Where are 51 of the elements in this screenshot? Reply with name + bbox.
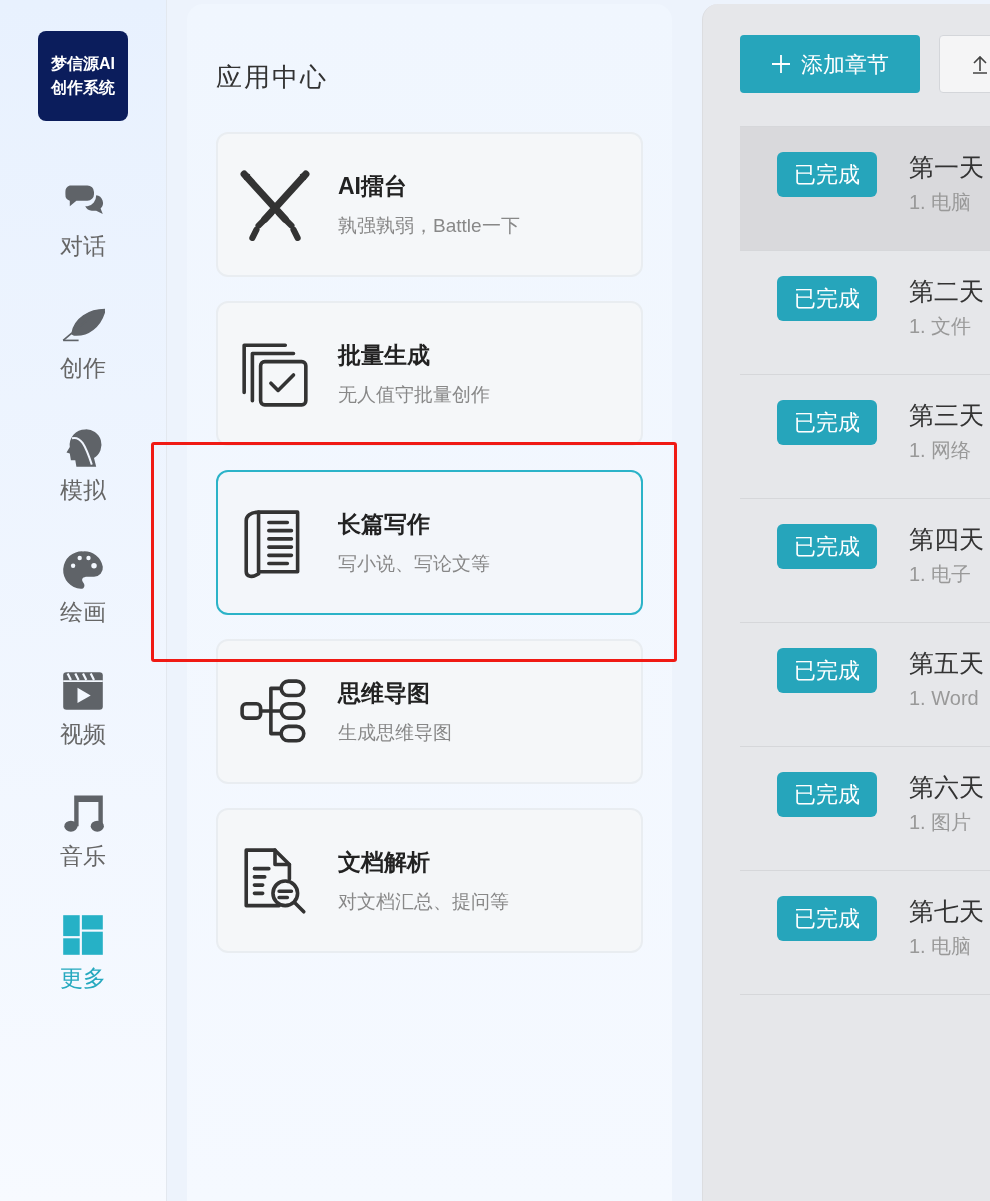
app-subtitle: 无人值守批量创作 [338, 382, 490, 407]
app-title: 长篇写作 [338, 509, 431, 539]
logo: 梦信源AI 创作系统 [38, 31, 128, 121]
app-card[interactable]: 长篇写作 写小说、写论文等 [216, 470, 643, 615]
status-badge: 已完成 [777, 524, 877, 569]
app-title: 文档解析 [338, 847, 431, 877]
app-card[interactable]: 批量生成 无人值守批量创作 [216, 301, 643, 446]
status-badge: 已完成 [777, 152, 877, 197]
chapter-summary: 1. 文件 [909, 314, 973, 339]
chapter-title: 第一天 [909, 152, 984, 183]
chapter-summary: 1. 图片 [909, 810, 973, 835]
chapter-summary: 1. 网络 [909, 438, 973, 463]
app-card[interactable]: AI擂台 孰强孰弱，Battle一下 [216, 132, 643, 277]
app-card[interactable]: 文档解析 对文档汇总、提问等 [216, 808, 643, 953]
chapter-title: 第五天 [909, 648, 984, 679]
nav-item[interactable]: 对话 [60, 181, 106, 261]
nav-item[interactable]: 创作 [60, 303, 106, 383]
upload-button[interactable] [939, 35, 990, 93]
chapter-title: 第六天 [909, 772, 984, 803]
chapter-title: 第三天 [909, 400, 984, 431]
chapter-summary: 1. Word [909, 686, 980, 711]
crossed-swords-icon [238, 167, 312, 242]
app-subtitle: 对文档汇总、提问等 [338, 889, 509, 914]
status-badge: 已完成 [777, 400, 877, 445]
chapter-row[interactable]: 已完成 第一天 1. 电脑 [740, 127, 990, 251]
status-badge: 已完成 [777, 772, 877, 817]
status-badge: 已完成 [777, 648, 877, 693]
chapter-title: 第二天 [909, 276, 984, 307]
app-subtitle: 生成思维导图 [338, 720, 452, 745]
nav-item[interactable]: 模拟 [60, 425, 106, 505]
app-title: 批量生成 [338, 340, 431, 370]
chapter-summary: 1. 电子 [909, 562, 973, 587]
nav-item[interactable]: 绘画 [60, 547, 106, 627]
chapter-title: 第四天 [909, 524, 984, 555]
app-title: AI擂台 [338, 171, 408, 201]
chapter-summary: 1. 电脑 [909, 190, 973, 215]
nav-item[interactable]: 音乐 [60, 791, 106, 871]
app-subtitle: 写小说、写论文等 [338, 551, 490, 576]
panel-title: 应用中心 [216, 61, 329, 94]
upload-icon [970, 54, 990, 74]
status-badge: 已完成 [777, 276, 877, 321]
app-card[interactable]: 思维导图 生成思维导图 [216, 639, 643, 784]
chapter-title: 第七天 [909, 896, 984, 927]
nav-item[interactable]: 视频 [60, 669, 106, 749]
grid-icon [61, 913, 105, 957]
app-subtitle: 孰强孰弱，Battle一下 [338, 213, 520, 238]
plus-icon [771, 54, 791, 74]
clapperboard-icon [61, 669, 105, 713]
chapter-summary: 1. 电脑 [909, 934, 973, 959]
app-title: 思维导图 [338, 678, 431, 708]
status-badge: 已完成 [777, 896, 877, 941]
